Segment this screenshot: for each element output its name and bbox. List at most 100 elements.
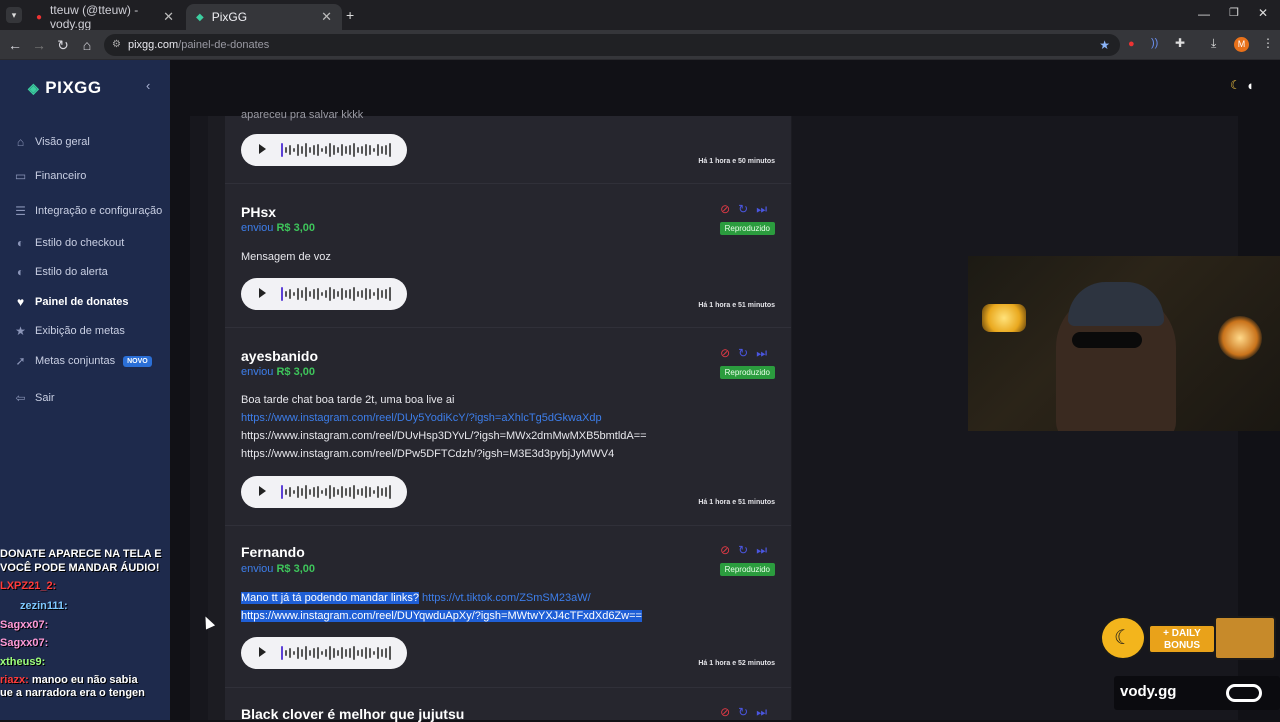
waveform[interactable] [281, 142, 393, 158]
url-field[interactable]: ⚙ pixgg.com/painel-de-donates ★ [104, 34, 1120, 56]
pixgg-logo[interactable]: ◈ PIXGG [28, 78, 102, 98]
audio-player[interactable] [241, 476, 407, 508]
close-tab-icon[interactable]: ✕ [163, 9, 174, 25]
waveform-bar [317, 144, 319, 156]
waveform-bar [353, 143, 355, 157]
cap [1068, 282, 1164, 326]
skip-icon[interactable]: ⏭ [756, 202, 767, 217]
url-path: /painel-de-donates [178, 39, 270, 51]
crate-icon [1214, 616, 1276, 660]
donation-link[interactable]: https://www.instagram.com/reel/DUy5YodiK… [241, 409, 602, 427]
waveform-bar [361, 146, 363, 154]
profile-avatar[interactable]: M [1234, 37, 1249, 52]
new-tab-icon[interactable]: + [346, 7, 354, 23]
tab-label: PixGG [211, 10, 248, 24]
waveform-bar [329, 646, 331, 660]
sidebar-item-sair[interactable]: ⇦ Sair [14, 388, 164, 408]
download-icon[interactable]: ⤓ [1211, 36, 1216, 51]
play-icon[interactable] [259, 288, 266, 298]
audio-player[interactable] [241, 278, 407, 310]
block-icon[interactable]: ⊘ [720, 346, 730, 361]
skip-icon[interactable]: ⏭ [756, 346, 767, 361]
sidebar-item-integracao[interactable]: ☰ Integração e configuração [14, 201, 164, 221]
extension-record-icon[interactable]: ● [1128, 38, 1135, 50]
waveform-bar [365, 288, 367, 300]
donation-link[interactable]: https://vt.tiktok.com/ZSmSM23aW/ [422, 592, 591, 604]
waveform-bar [337, 147, 339, 153]
play-icon[interactable] [259, 486, 266, 496]
sidebar-item-visao-geral[interactable]: ⌂ Visão geral [14, 132, 164, 152]
waveform-bar [341, 288, 343, 300]
waveform[interactable] [281, 645, 393, 661]
tab-list-chevron-icon[interactable]: ▾ [6, 7, 22, 23]
block-icon[interactable]: ⊘ [720, 202, 730, 217]
waveform-bar [353, 287, 355, 301]
browser-menu-icon[interactable]: ⋮ [1262, 36, 1274, 50]
forward-icon[interactable]: → [30, 36, 48, 54]
collapse-sidebar-icon[interactable]: ‹ [146, 78, 150, 93]
theme-toggle[interactable]: ☾ ◖ [1228, 78, 1262, 94]
audio-player[interactable] [241, 637, 407, 669]
sidebar-item-financeiro[interactable]: ▭ Financeiro [14, 166, 164, 186]
tab-vody[interactable]: ● tteuw (@tteuw) - vody.gg ✕ [26, 3, 184, 31]
sent-label: enviou [241, 366, 274, 378]
waveform[interactable] [281, 286, 393, 302]
waveform-bar [289, 289, 291, 299]
sidebar-item-label: Sair [35, 392, 55, 404]
play-icon[interactable] [259, 144, 266, 154]
address-bar-row: ← → ↻ ⌂ ⚙ pixgg.com/painel-de-donates ★ … [0, 30, 1280, 60]
donation-message: Mensagem de voz [241, 251, 331, 263]
waveform-bar [309, 650, 311, 656]
bookmark-star-icon[interactable]: ★ [1099, 34, 1110, 56]
sidebar-item-estilo-alerta[interactable]: ◐ Estilo do alerta [14, 262, 164, 282]
site-info-icon[interactable]: ⚙ [112, 34, 121, 56]
replay-icon[interactable]: ↻ [738, 705, 748, 720]
close-window-icon[interactable]: ✕ [1258, 6, 1268, 20]
sidebar-item-estilo-checkout[interactable]: ◐ Estilo do checkout [14, 233, 164, 253]
bonus-label: + DAILY BONUS [1148, 624, 1216, 654]
waveform-bar [385, 145, 387, 155]
block-icon[interactable]: ⊘ [720, 705, 730, 720]
waveform-bar [289, 648, 291, 658]
back-icon[interactable]: ← [6, 36, 24, 54]
tab-pixgg[interactable]: ◆ PixGG ✕ [186, 4, 342, 30]
waveform-bar [357, 147, 359, 153]
waveform-bar [333, 289, 335, 299]
donation-card: Fernando enviou R$ 3,00 ⊘ ↻ ⏭ Reproduzid… [225, 526, 791, 688]
extension-wave-icon[interactable]: )) [1151, 37, 1158, 49]
sidebar-item-exibicao-metas[interactable]: ★ Exibição de metas [14, 321, 164, 341]
waveform-bar [341, 486, 343, 498]
waveform-bar [369, 648, 371, 658]
close-tab-icon[interactable]: ✕ [321, 9, 332, 25]
donation-amount: R$ 3,00 [276, 222, 316, 234]
waveform[interactable] [281, 484, 393, 500]
block-icon[interactable]: ⊘ [720, 543, 730, 558]
sunglasses [1072, 332, 1142, 348]
replay-icon[interactable]: ↻ [738, 543, 748, 558]
donation-time: Há 1 hora e 51 minutos [698, 499, 775, 506]
replay-icon[interactable]: ↻ [738, 346, 748, 361]
replay-icon[interactable]: ↻ [738, 202, 748, 217]
play-icon[interactable] [259, 647, 266, 657]
waveform-bar [377, 647, 379, 659]
tab-label: tteuw (@tteuw) - vody.gg [50, 3, 139, 31]
reload-icon[interactable]: ↻ [54, 36, 72, 54]
skip-icon[interactable]: ⏭ [756, 705, 767, 720]
donation-amount: R$ 3,00 [276, 563, 316, 575]
waveform-bar [369, 145, 371, 155]
skip-icon[interactable]: ⏭ [756, 543, 767, 558]
minimize-icon[interactable]: — [1198, 7, 1210, 21]
restore-icon[interactable]: ❐ [1229, 6, 1239, 19]
sidebar-item-painel-donates[interactable]: ♥ Painel de donates [14, 292, 164, 312]
selected-text: https://www.instagram.com/reel/DUYqwduAp… [241, 610, 642, 622]
audio-player[interactable] [241, 134, 407, 166]
waveform-bar [317, 288, 319, 300]
stream-chat-overlay: DONATE APARECE NA TELA E VOCÊ PODE MANDA… [0, 546, 170, 706]
sidebar-item-metas-conjuntas[interactable]: ➚ Metas conjuntas NOVO [14, 351, 164, 371]
waveform-bar [329, 287, 331, 301]
home-icon[interactable]: ⌂ [78, 36, 96, 54]
waveform-bar [369, 487, 371, 497]
waveform-bar [321, 292, 323, 296]
waveform-bar [349, 648, 351, 658]
extensions-puzzle-icon[interactable]: ✚ [1175, 36, 1185, 50]
